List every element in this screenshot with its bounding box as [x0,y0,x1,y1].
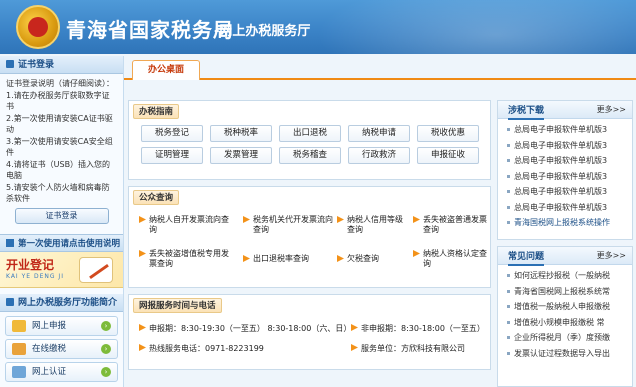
guide-button[interactable]: 证明管理 [141,147,203,164]
service-menu: 网上申报 › 在线缴税 › 网上认证 › [0,312,123,387]
downloads-more-link[interactable]: 更多>> [597,104,626,115]
faq-link[interactable]: 增值税一般纳税人申报缴税 [506,299,628,315]
tax-guide-title: 办税指南 [133,104,180,119]
guide-button[interactable]: 申报征收 [417,147,479,164]
service-line: 热线服务电话：0971-8223199 [139,343,264,354]
faq-panel: 常见问题 更多>> 如何远程抄报税（一般纳税 青海省国税网上报税系统常 增值税一… [497,246,633,387]
guide-button[interactable]: 税务登记 [141,125,203,142]
download-link[interactable]: 总局电子申报软件单机版3 [506,153,628,169]
site-title: 青海省国家税务局 [66,18,234,42]
go-arrow-icon: › [101,343,111,354]
faq-more-link[interactable]: 更多>> [597,250,626,261]
downloads-list: 总局电子申报软件单机版3 总局电子申报软件单机版3 总局电子申报软件单机版3 总… [506,122,628,231]
tab-office-desktop[interactable]: 办公桌面 [132,60,200,80]
square-bullet-icon [6,60,14,68]
arrow-icon [243,216,250,223]
guide-button[interactable]: 发票管理 [210,147,272,164]
header-wave-decoration [316,0,636,54]
arrow-icon [337,255,344,262]
arrow-icon [337,216,344,223]
menu-item-online-filing[interactable]: 网上申报 › [5,315,118,336]
download-link[interactable]: 青海国税网上报税系统操作 [506,215,628,231]
download-link[interactable]: 总局电子申报软件单机版3 [506,200,628,216]
pen-signature-icon [79,256,113,283]
certificate-icon [12,365,26,378]
tax-guide-buttons: 税务登记 税种税率 出口退税 纳税申请 税收优惠 证明管理 发票管理 税务稽查 … [141,125,491,164]
menu-item-online-payment[interactable]: 在线缴税 › [5,338,118,359]
public-query-title: 公众查询 [133,190,180,205]
services-heading: 网上办税服务厅功能简介 [0,293,123,312]
banner-title: 开业登记 [6,257,55,272]
arrow-icon [139,250,146,257]
faq-link[interactable]: 增值税小规模申报缴税 常 [506,315,628,331]
first-use-guide-link[interactable]: 第一次使用请点击使用说明 [0,233,123,252]
service-line: 服务单位：方欣科技有限公司 [351,343,465,354]
site-subtitle: -网上办税服务厅 [214,24,311,39]
arrow-icon [413,250,420,257]
go-arrow-icon: › [101,366,111,377]
service-line: 非申报期：8:30-18:00（一至五） [351,323,485,334]
tax-guide-panel: 办税指南 税务登记 税种税率 出口退税 纳税申请 税收优惠 证明管理 发票管理 … [128,100,491,180]
cert-step: 4.请将证书（USB）插入您的电脑 [6,159,111,181]
faq-header: 常见问题 更多>> [498,247,632,266]
faq-link[interactable]: 青海省国税网上报税系统常 [506,284,628,300]
square-bullet-icon [6,297,14,306]
guide-button[interactable]: 出口退税 [279,125,341,142]
downloads-header: 涉税下载 更多>> [498,101,632,120]
guide-button[interactable]: 税收优惠 [417,125,479,142]
download-link[interactable]: 总局电子申报软件单机版3 [506,169,628,185]
faq-title: 常见问题 [508,249,545,266]
service-info-panel: 网报服务时间与电话 申报期：8:30-19:30（一至五） 8:30-18:00… [128,294,491,370]
square-bullet-icon [6,238,14,247]
download-link[interactable]: 总局电子申报软件单机版3 [506,138,628,154]
go-arrow-icon: › [101,320,111,331]
cert-intro: 证书登录说明（请仔细阅读）： [6,79,114,88]
cert-login-instructions: 证书登录说明（请仔细阅读）： 1.请在办税服务厅获取数字证书 2.第一次使用请安… [0,74,123,228]
service-line: 申报期：8:30-19:30（一至五） 8:30-18:00（六、日） [139,323,351,334]
cert-step: 3.第一次使用请安装CA安全组件 [6,136,113,158]
cert-login-button[interactable]: 证书登录 [14,207,109,224]
downloads-panel: 涉税下载 更多>> 总局电子申报软件单机版3 总局电子申报软件单机版3 总局电子… [497,100,633,240]
cert-step: 1.请在办税服务厅获取数字证书 [6,90,110,112]
guide-button[interactable]: 税务稽查 [279,147,341,164]
downloads-title: 涉税下载 [508,103,545,120]
site-header: 青海省国家税务局 -网上办税服务厅 [0,0,636,54]
guide-button[interactable]: 纳税申请 [348,125,410,142]
arrow-icon [243,255,250,262]
cert-step: 2.第一次使用请安装CA证书驱动 [6,113,113,135]
arrow-icon [139,344,146,351]
guide-button[interactable]: 税种税率 [210,125,272,142]
faq-list: 如何远程抄报税（一般纳税 青海省国税网上报税系统常 增值税一般纳税人申报缴税 增… [506,268,628,361]
arrow-icon [351,324,358,331]
folder-icon [12,319,26,332]
cert-step: 5.请安装个人防火墙和病毒防杀软件 [6,182,110,204]
coins-icon [12,342,26,355]
download-link[interactable]: 总局电子申报软件单机版3 [506,122,628,138]
arrow-icon [351,344,358,351]
guide-button[interactable]: 行政救济 [348,147,410,164]
arrow-icon [139,216,146,223]
arrow-icon [413,216,420,223]
faq-link[interactable]: 发票认证过程数据导入导出 [506,346,628,362]
tab-bar: 办公桌面 [124,58,636,80]
faq-link[interactable]: 如何远程抄报税（一般纳税 [506,268,628,284]
arrow-icon [139,324,146,331]
national-emblem-icon [16,5,60,49]
business-registration-banner[interactable]: 开业登记 KAI YE DENG JI [0,251,123,288]
download-link[interactable]: 总局电子申报软件单机版3 [506,184,628,200]
public-query-panel: 公众查询 纳税人自开发票流向查询 税务机关代开发票流向查询 纳税人信用等级查询 … [128,186,491,288]
banner-tag: KAI YE DENG JI [6,272,64,280]
left-sidebar: 证书登录 证书登录说明（请仔细阅读）： 1.请在办税服务厅获取数字证书 2.第一… [0,56,124,387]
faq-link[interactable]: 企业所得税月（季）度预缴 [506,330,628,346]
cert-login-heading: 证书登录 [0,56,123,74]
service-info-title: 网报服务时间与电话 [133,298,222,313]
menu-item-online-certification[interactable]: 网上认证 › [5,361,118,382]
